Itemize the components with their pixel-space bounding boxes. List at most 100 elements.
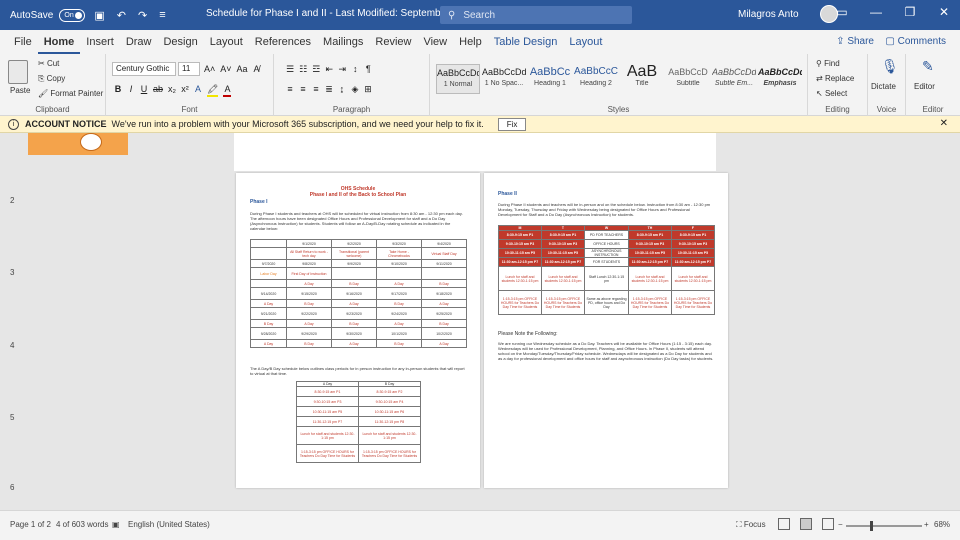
microphone-icon[interactable]: 🎙	[881, 58, 899, 75]
borders-icon[interactable]: ⊞	[364, 84, 372, 95]
show-marks-icon[interactable]: ¶	[364, 64, 372, 75]
style-title[interactable]: AaB Title	[620, 64, 664, 94]
style-emphasis[interactable]: AaBbCcDd Emphasis	[758, 64, 802, 94]
maximize-icon[interactable]: ❐	[902, 5, 918, 19]
font-name-select[interactable]: Century Gothic	[112, 62, 176, 76]
close-icon[interactable]: ✕	[940, 118, 948, 129]
grow-font-icon[interactable]: A˄	[204, 64, 215, 74]
style-subtitle[interactable]: AaBbCcD Subtitle	[666, 64, 710, 94]
find-button[interactable]: ⚲ Find	[816, 59, 840, 68]
superscript-icon[interactable]: x²	[181, 84, 189, 97]
tab-design[interactable]: Design	[157, 30, 203, 54]
strikethrough-icon[interactable]: ab	[153, 84, 163, 97]
style-subtle-emphasis[interactable]: AaBbCcDd Subtle Em...	[712, 64, 756, 94]
tab-insert[interactable]: Insert	[80, 30, 120, 54]
focus-button[interactable]: ⛶ Focus	[736, 520, 766, 530]
shrink-font-icon[interactable]: A˅	[220, 64, 231, 74]
bullets-icon[interactable]: ☰	[286, 64, 294, 75]
language[interactable]: English (United States)	[128, 520, 210, 529]
tab-review[interactable]: Review	[369, 30, 417, 54]
align-right-icon[interactable]: ≡	[312, 84, 320, 95]
page-2[interactable]: Phase II During Phase II students and te…	[484, 173, 728, 488]
underline-icon[interactable]: U	[140, 84, 148, 97]
tab-mailings[interactable]: Mailings	[317, 30, 369, 54]
undo-icon[interactable]: ↶	[114, 9, 129, 22]
tab-table-layout[interactable]: Layout	[563, 30, 608, 54]
replace-button[interactable]: ⇄ Replace	[816, 74, 854, 83]
word-count[interactable]: 4 of 603 words	[56, 520, 108, 529]
multilevel-list-icon[interactable]: ☲	[312, 64, 320, 75]
tab-file[interactable]: File	[8, 30, 38, 54]
clear-format-icon[interactable]: A̸	[253, 64, 261, 74]
style-normal[interactable]: AaBbCcDd 1 Normal	[436, 64, 480, 94]
bold-icon[interactable]: B	[114, 84, 122, 97]
font-color-icon[interactable]: A	[223, 84, 232, 97]
table-cell	[421, 267, 467, 280]
zoom-in-icon[interactable]: +	[924, 520, 929, 529]
justify-icon[interactable]: ≣	[325, 84, 333, 95]
minimize-icon[interactable]: —	[868, 5, 884, 19]
fix-button[interactable]: Fix	[497, 117, 527, 131]
tab-view[interactable]: View	[417, 30, 453, 54]
search-box[interactable]: ⚲ Search	[440, 6, 632, 24]
tab-draw[interactable]: Draw	[120, 30, 158, 54]
tab-references[interactable]: References	[249, 30, 317, 54]
select-button[interactable]: ↖ Select	[816, 89, 847, 98]
style-heading-2[interactable]: AaBbCcC Heading 2	[574, 64, 618, 94]
zoom-slider[interactable]	[846, 525, 922, 527]
align-left-icon[interactable]: ≡	[286, 84, 294, 95]
document-area[interactable]: 2 3 4 5 6 OHS Schedule Phase I and II of…	[0, 133, 960, 510]
zoom-out-icon[interactable]: −	[838, 520, 843, 529]
table-cell: 9:30-10:15 am P3	[541, 239, 585, 249]
italic-icon[interactable]: I	[127, 84, 135, 97]
comments-button[interactable]: ▢ Comments	[881, 34, 950, 49]
paste-button[interactable]: Paste	[10, 86, 30, 95]
user-name[interactable]: Milagros Anto	[738, 9, 799, 20]
print-layout-icon[interactable]	[800, 518, 812, 530]
format-painter-button[interactable]: 🖌 Format Painter	[38, 89, 103, 98]
tab-table-design[interactable]: Table Design	[488, 30, 564, 54]
redo-icon[interactable]: ↷	[135, 9, 150, 22]
customize-toolbar-icon[interactable]: ≡	[156, 9, 168, 21]
line-spacing-icon[interactable]: ↨	[338, 84, 346, 95]
close-icon[interactable]: ✕	[936, 5, 952, 19]
tab-home[interactable]: Home	[37, 30, 81, 54]
editor-pen-icon[interactable]: ✎	[922, 58, 934, 75]
zoom-slider-thumb[interactable]	[870, 521, 873, 531]
style-heading-1[interactable]: AaBbCc Heading 1	[528, 64, 572, 94]
shading-icon[interactable]: ◈	[351, 84, 359, 95]
autosave-toggle[interactable]: On	[59, 8, 86, 22]
editor-button[interactable]: Editor	[914, 82, 935, 91]
dictate-button[interactable]: Dictate	[871, 82, 896, 91]
share-button[interactable]: ⇪ Share	[832, 34, 878, 49]
style-no-spacing[interactable]: AaBbCcDd 1 No Spac...	[482, 64, 526, 94]
table-row: 8:30-9:15 am P1 8:30-9:15 am P2	[296, 386, 421, 397]
read-mode-icon[interactable]	[778, 518, 790, 530]
tab-help[interactable]: Help	[453, 30, 488, 54]
decrease-indent-icon[interactable]: ⇤	[325, 64, 333, 75]
text-effects-icon[interactable]: A	[194, 84, 202, 97]
tab-layout[interactable]: Layout	[204, 30, 249, 54]
save-icon[interactable]: ▣	[91, 9, 107, 22]
paste-icon[interactable]	[8, 60, 28, 84]
font-size-select[interactable]: 11	[178, 62, 200, 76]
table-cell: 1:15-3:15 pm OFFICE HOURS for Teachers D…	[671, 290, 715, 315]
web-layout-icon[interactable]	[822, 518, 834, 530]
ribbon-display-icon[interactable]: ▭	[834, 5, 850, 19]
numbering-icon[interactable]: ☷	[299, 64, 307, 75]
paragraph: During Phase II students and teachers wi…	[498, 202, 711, 217]
change-case-icon[interactable]: Aa	[237, 64, 248, 74]
increase-indent-icon[interactable]: ⇥	[338, 64, 346, 75]
proofing-icon[interactable]: ▣	[112, 520, 120, 529]
align-center-icon[interactable]: ≡	[299, 84, 307, 95]
format-painter-icon: 🖌	[38, 89, 51, 98]
subscript-icon[interactable]: x₂	[168, 84, 176, 97]
cut-button[interactable]: ✂ Cut	[38, 59, 59, 68]
table-cell: A Day	[331, 339, 377, 348]
sort-icon[interactable]: ↕	[351, 64, 359, 75]
zoom-level[interactable]: 68%	[934, 520, 950, 529]
copy-button[interactable]: ⎘ Copy	[38, 74, 65, 84]
page-1[interactable]: OHS Schedule Phase I and II of the Back …	[236, 173, 480, 488]
page-count[interactable]: Page 1 of 2	[10, 520, 51, 529]
highlight-icon[interactable]: 🖍	[207, 84, 219, 97]
